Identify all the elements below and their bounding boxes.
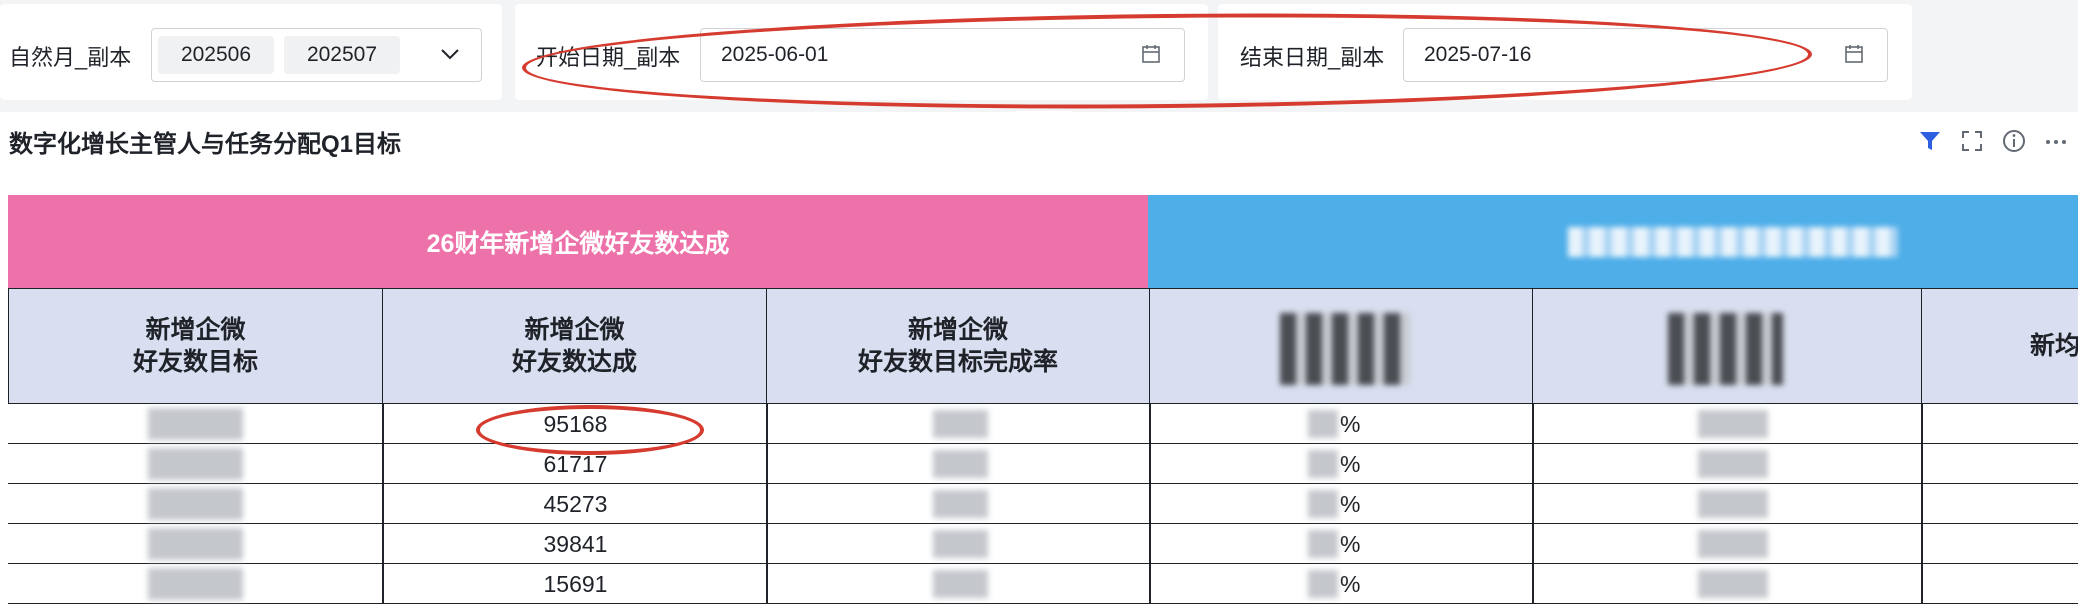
table-row: 15691 % xyxy=(8,564,2078,604)
cell-divider xyxy=(1532,524,1534,563)
end-date-filter-card: 结束日期_副本 2025-07-16 xyxy=(1218,4,1912,100)
redacted-value xyxy=(1698,490,1768,518)
month-tag[interactable]: 202507 xyxy=(284,36,400,74)
redacted-value xyxy=(148,448,243,480)
cell-divider xyxy=(1532,404,1534,443)
more-icon[interactable] xyxy=(2043,128,2069,154)
column-header-redacted xyxy=(1149,288,1533,404)
redacted-value xyxy=(1698,530,1768,558)
start-date-filter-card: 开始日期_副本 2025-06-01 xyxy=(515,4,1208,100)
group-header-pink: 26财年新增企微好友数达成 xyxy=(8,195,1148,288)
redacted-text xyxy=(1280,313,1410,385)
cell-divider xyxy=(1921,404,1923,443)
redacted-text xyxy=(1668,313,1783,385)
column-header-line: 好友数达成 xyxy=(511,348,637,376)
column-header-line: 新增企微 xyxy=(524,316,625,344)
percent-sign: % xyxy=(1340,491,1361,517)
end-date-label: 结束日期_副本 xyxy=(1240,45,1385,70)
column-header-completion-rate: 新增企微好友数目标完成率 xyxy=(766,288,1150,404)
achieved-value: 15691 xyxy=(543,571,608,597)
percent-sign: % xyxy=(1340,411,1361,437)
redacted-value xyxy=(1308,530,1338,558)
report-title: 数字化增长主管人与任务分配Q1目标 xyxy=(9,131,402,158)
fullscreen-icon[interactable] xyxy=(1959,128,1985,154)
month-filter-label: 自然月_副本 xyxy=(9,45,132,70)
column-header-line: 好友数目标 xyxy=(132,348,258,376)
column-header-line: 新增企微 xyxy=(907,316,1008,344)
redacted-value xyxy=(148,568,243,600)
month-tag[interactable]: 202506 xyxy=(158,36,274,74)
filter-bar: 自然月_副本 202506 202507 开始日期_副本 2025-06-01 … xyxy=(0,0,2078,110)
cell-divider xyxy=(1921,564,1923,603)
achieved-value: 39841 xyxy=(543,531,608,557)
redacted-value xyxy=(1308,490,1338,518)
calendar-icon[interactable] xyxy=(1141,43,1161,65)
column-header-target: 新增企微 好友数目标 xyxy=(8,288,383,404)
table-row: 95168 % xyxy=(8,404,2078,444)
redacted-value xyxy=(148,528,243,560)
cell-divider xyxy=(1532,444,1534,483)
table-row: 61717 % xyxy=(8,444,2078,484)
column-header-line: 好友数目标完成率 xyxy=(857,348,1058,376)
redacted-value xyxy=(148,408,243,440)
percent-sign: % xyxy=(1340,451,1361,477)
redacted-value xyxy=(1698,450,1768,478)
redacted-value xyxy=(1698,410,1768,438)
redacted-value xyxy=(1308,450,1338,478)
cell-divider xyxy=(1921,524,1923,563)
redacted-value xyxy=(933,450,988,478)
column-header-line: 新增企微 xyxy=(145,316,246,344)
data-table: 26财年新增企微好友数达成 新增企微好友数目标 新增企微好友数达成 新增企微好友… xyxy=(8,195,2078,612)
table-row: 39841 % xyxy=(8,524,2078,564)
start-date-label: 开始日期_副本 xyxy=(536,45,681,70)
cell-divider xyxy=(1532,564,1534,603)
redacted-value xyxy=(933,490,988,518)
percent-sign: % xyxy=(1340,571,1361,597)
redacted-value xyxy=(1308,410,1338,438)
report-card: 数字化增长主管人与任务分配Q1目标 26财年新增企微好友数达成 新增企微好友数目… xyxy=(0,112,2078,612)
filter-icon[interactable] xyxy=(1917,128,1943,154)
redacted-text xyxy=(1568,227,1898,257)
cell-divider xyxy=(1921,444,1923,483)
redacted-value xyxy=(148,488,243,520)
achieved-value: 61717 xyxy=(543,451,608,477)
redacted-value xyxy=(933,410,988,438)
redacted-value xyxy=(933,570,988,598)
redacted-value xyxy=(1698,570,1768,598)
group-header-blue xyxy=(1148,195,2078,288)
month-select[interactable]: 202506 202507 xyxy=(151,28,482,82)
cell-divider xyxy=(1149,524,1151,563)
column-header-line: 新均 xyxy=(2030,332,2078,360)
month-filter-card: 自然月_副本 202506 202507 xyxy=(0,4,502,100)
chevron-down-icon[interactable] xyxy=(439,43,461,65)
cell-divider xyxy=(1921,484,1923,523)
column-header-redacted xyxy=(1532,288,1922,404)
cell-divider xyxy=(1149,484,1151,523)
cell-divider xyxy=(1149,404,1151,443)
end-date-picker[interactable]: 2025-07-16 xyxy=(1403,28,1888,82)
start-date-value[interactable]: 2025-06-01 xyxy=(721,43,828,67)
achieved-value: 95168 xyxy=(543,411,608,437)
cell-divider xyxy=(1149,564,1151,603)
column-header-partial: 新均 xyxy=(1921,288,2078,404)
info-icon[interactable] xyxy=(2001,128,2027,154)
cell-divider xyxy=(1532,484,1534,523)
table-row: 45273 % xyxy=(8,484,2078,524)
cell-divider xyxy=(1149,444,1151,483)
start-date-picker[interactable]: 2025-06-01 xyxy=(700,28,1185,82)
redacted-value xyxy=(933,530,988,558)
end-date-value[interactable]: 2025-07-16 xyxy=(1424,43,1531,67)
calendar-icon[interactable] xyxy=(1844,43,1864,65)
achieved-value: 45273 xyxy=(543,491,608,517)
redacted-value xyxy=(1308,570,1338,598)
column-header-achieved: 新增企微 好友数达成 xyxy=(382,288,767,404)
percent-sign: % xyxy=(1340,531,1361,557)
